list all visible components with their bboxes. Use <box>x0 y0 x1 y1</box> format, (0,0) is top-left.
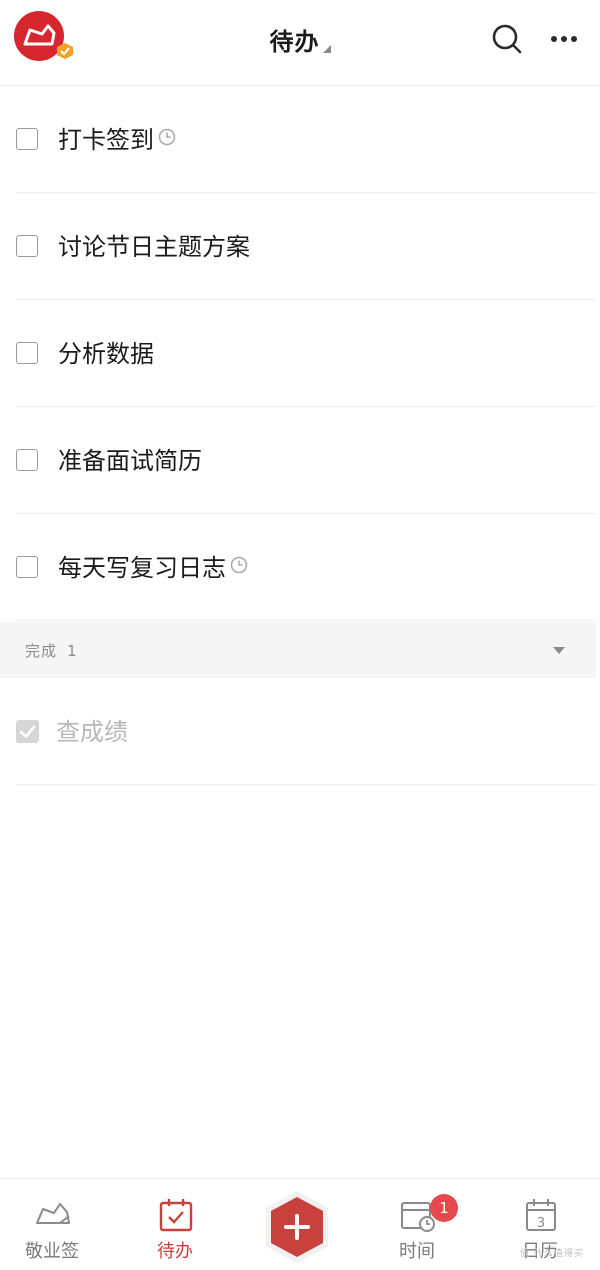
completed-todo-item[interactable]: 查成绩 <box>16 678 596 785</box>
todo-item[interactable]: 每天写复习日志 <box>16 514 596 621</box>
todo-checkbox[interactable] <box>16 128 38 150</box>
add-button[interactable] <box>262 1188 332 1266</box>
tab-todo[interactable]: 待办 <box>125 1179 225 1268</box>
calendar-check-icon <box>159 1199 193 1232</box>
todo-checkbox[interactable] <box>16 449 38 471</box>
todo-list: 打卡签到 讨论节日主题方案 分析数据 准备面试简历 每天写复习日志 <box>0 86 600 621</box>
completed-section-header[interactable]: 完成 1 <box>0 622 596 678</box>
todo-item[interactable]: 准备面试简历 <box>16 407 596 514</box>
search-button[interactable] <box>490 22 524 56</box>
todo-label: 每天写复习日志 <box>58 548 248 588</box>
tab-memo[interactable]: 敬业签 <box>2 1179 102 1268</box>
todo-checkbox[interactable] <box>16 235 38 257</box>
calendar-icon: 3 <box>526 1199 556 1231</box>
calendar-day-number: 3 <box>537 1216 545 1231</box>
tab-label: 敬业签 <box>25 1241 79 1262</box>
add-icon <box>266 1191 328 1263</box>
todo-checkbox[interactable] <box>16 556 38 578</box>
todo-item[interactable]: 打卡签到 <box>16 86 596 193</box>
memo-icon <box>36 1203 70 1224</box>
todo-label: 准备面试简历 <box>58 447 202 475</box>
watermark: 值 什么值得买 <box>520 1249 584 1259</box>
todo-label: 查成绩 <box>56 718 128 746</box>
caret-down-icon <box>322 45 331 53</box>
reminder-clock-icon <box>230 556 248 574</box>
tab-time[interactable]: 时间 <box>367 1179 467 1268</box>
tab-label: 待办 <box>157 1241 193 1262</box>
notification-badge: 1 <box>430 1194 458 1222</box>
todo-label: 分析数据 <box>58 340 154 368</box>
more-button[interactable] <box>548 22 582 56</box>
todo-item[interactable]: 讨论节日主题方案 <box>16 193 596 300</box>
chevron-down-icon <box>553 647 565 654</box>
tab-label: 时间 <box>399 1241 435 1262</box>
completed-count: 1 <box>67 642 78 660</box>
top-bar: 待办 <box>0 0 600 86</box>
check-icon <box>19 725 36 738</box>
todo-item[interactable]: 分析数据 <box>16 300 596 407</box>
todo-label: 打卡签到 <box>58 120 176 160</box>
search-icon <box>492 24 522 54</box>
completed-label: 完成 1 <box>25 642 78 660</box>
more-dots-icon <box>551 36 577 42</box>
todo-checkbox[interactable] <box>16 342 38 364</box>
reminder-clock-icon <box>158 128 176 146</box>
checked-checkbox[interactable] <box>16 720 39 743</box>
todo-label: 讨论节日主题方案 <box>58 233 250 261</box>
